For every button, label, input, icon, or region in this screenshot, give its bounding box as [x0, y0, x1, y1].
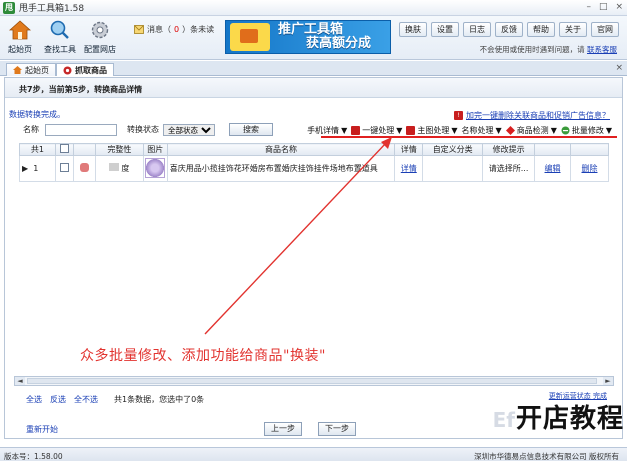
horizontal-scrollbar[interactable]: ◄ ►	[14, 376, 614, 386]
copyright-text: 深圳市华德易点信息技术有限公司 版权所有	[474, 452, 619, 461]
next-step-button[interactable]: 下一步	[318, 422, 356, 436]
version-text: 版本号：1.58.00	[4, 452, 63, 461]
selection-row: 全选 反选 全不选 共1条数据，您选中了0条	[26, 394, 204, 405]
annotation-text: 众多批量修改、添加功能给商品"换装"	[80, 348, 326, 364]
select-invert-link[interactable]: 反选	[50, 394, 66, 405]
restart-link[interactable]: 重新开始	[26, 424, 58, 435]
scroll-right-icon[interactable]: ►	[603, 377, 613, 385]
annotation-arrow	[204, 137, 392, 335]
selection-info: 共1条数据，您选中了0条	[114, 395, 205, 404]
status-bar: 版本号：1.58.00 深圳市华德易点信息技术有限公司 版权所有	[0, 447, 627, 461]
select-none-link[interactable]: 全不选	[74, 394, 98, 405]
prev-step-button[interactable]: 上一步	[264, 422, 302, 436]
scroll-left-icon[interactable]: ◄	[15, 377, 25, 385]
watermark-ghost: Ef	[492, 408, 515, 432]
watermark-text: 开店教程	[515, 404, 624, 434]
select-all-link[interactable]: 全选	[26, 394, 42, 405]
scroll-thumb[interactable]	[27, 378, 597, 384]
